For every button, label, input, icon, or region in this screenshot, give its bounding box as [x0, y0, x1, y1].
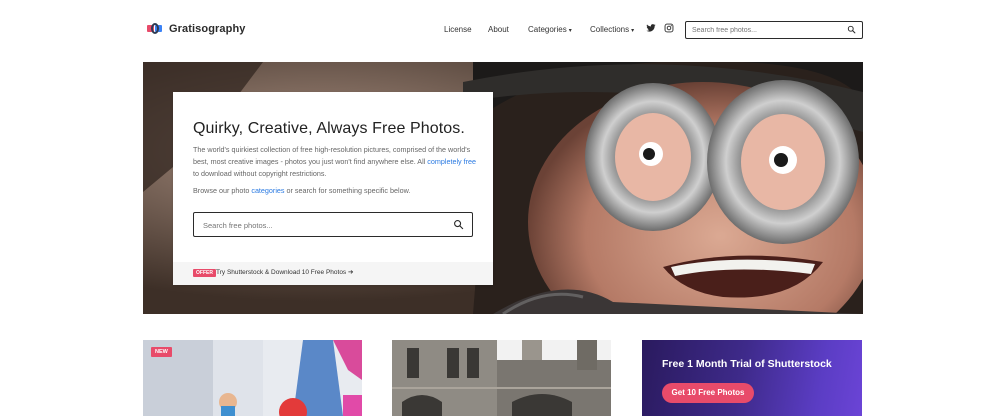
browse-text-end: or search for something specific below. [284, 186, 411, 195]
browse-text-start: Browse our photo [193, 186, 252, 195]
hero-card: Quirky, Creative, Always Free Photos. Th… [173, 92, 493, 285]
caret-down-icon: ▾ [631, 28, 635, 34]
photo-tile-toys[interactable]: NEW [143, 340, 362, 416]
offer-link[interactable]: Try Shutterstock & Download 10 Free Phot… [216, 268, 353, 276]
categories-link[interactable]: categories [251, 186, 284, 195]
browse-text: Browse our photo categories or search fo… [193, 186, 410, 195]
hero-search-input[interactable] [203, 219, 423, 231]
nav-about[interactable]: About [488, 25, 509, 34]
nav-collections-label: Collections [590, 25, 630, 34]
twitter-icon[interactable] [646, 23, 656, 33]
completely-free-link[interactable]: completely free [427, 157, 476, 166]
building-photo [392, 340, 611, 416]
header-search-box [685, 21, 863, 39]
shutterstock-promo-tile[interactable]: Free 1 Month Trial of Shutterstock Get 1… [642, 340, 862, 416]
photo-tile-building[interactable] [392, 340, 611, 416]
site-header: Gratisography License About Categories ▾ … [0, 0, 1000, 62]
logo[interactable]: Gratisography [147, 22, 246, 36]
nav-categories[interactable]: Categories ▾ [528, 25, 572, 34]
promo-title: Free 1 Month Trial of Shutterstock [662, 358, 832, 370]
toys-photo [143, 340, 362, 416]
instagram-icon[interactable] [664, 23, 674, 33]
hero-description: The world's quirkiest collection of free… [193, 144, 478, 180]
nav-categories-label: Categories [528, 25, 567, 34]
search-icon[interactable] [453, 219, 464, 230]
new-badge: NEW [151, 347, 172, 357]
get-free-photos-button[interactable]: Get 10 Free Photos [662, 383, 754, 403]
logo-text: Gratisography [169, 23, 246, 35]
offer-bar[interactable]: OFFER Try Shutterstock & Download 10 Fre… [173, 262, 493, 285]
hero-description-text-end: to download without copyright restrictio… [193, 169, 327, 178]
hero-title: Quirky, Creative, Always Free Photos. [193, 120, 465, 137]
logo-icon [147, 22, 163, 36]
arrow-right-icon: ➔ [348, 269, 354, 276]
nav-license[interactable]: License [444, 25, 472, 34]
hero-search-box [193, 212, 473, 237]
offer-link-text: Try Shutterstock & Download 10 Free Phot… [216, 269, 347, 276]
search-icon[interactable] [847, 25, 856, 34]
header-search-input[interactable] [692, 24, 842, 36]
caret-down-icon: ▾ [568, 28, 572, 34]
nav-collections[interactable]: Collections ▾ [590, 25, 634, 34]
offer-badge: OFFER [193, 269, 216, 277]
